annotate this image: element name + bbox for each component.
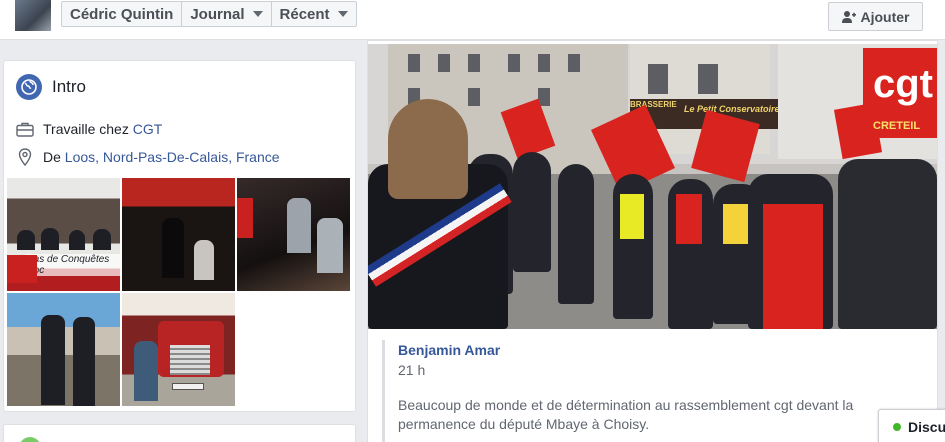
profile-avatar[interactable] <box>15 0 51 31</box>
shared-text: Beaucoup de monde et de détermination au… <box>398 397 854 432</box>
location-row: De Loos, Nord-Pas-De-Calais, France <box>16 148 280 166</box>
photo-thumbnail[interactable]: Pas de Conquêtes Soc <box>7 178 120 291</box>
profile-nav: Cédric Quintin Journal Récent <box>61 1 357 27</box>
photo-figure <box>69 230 85 250</box>
photo-flag-subtext: CRETEIL <box>873 120 921 132</box>
hometown-link[interactable]: Loos, Nord-Pas-De-Calais, France <box>65 149 280 165</box>
shared-author-link[interactable]: Benjamin Amar <box>398 342 500 358</box>
add-friend-button[interactable]: Ajouter <box>828 2 923 31</box>
intro-header: Intro <box>16 74 86 100</box>
shared-timestamp[interactable]: 21 h <box>398 362 425 378</box>
photo-vest <box>620 194 644 239</box>
from-prefix: De <box>43 149 61 165</box>
intro-card: Intro Travaille chez CGT De Loos, Nord-P… <box>3 60 356 412</box>
profile-name: Cédric Quintin <box>70 5 174 23</box>
journal-label: Journal <box>190 5 245 23</box>
photo-banner <box>237 198 253 238</box>
feed-post: BRASSERIE Le Petit Conservatoire cgt CRE… <box>367 40 938 442</box>
photo-window <box>468 54 480 72</box>
photo-window <box>648 64 668 94</box>
card-icon <box>19 437 41 442</box>
chat-tab[interactable]: Discu <box>878 409 945 442</box>
photo-grid: Pas de Conquêtes Soc <box>7 178 352 406</box>
photo-person <box>558 164 594 304</box>
photo-figure <box>317 218 343 273</box>
photo-shop-sign: Le Petit Conservatoire <box>684 104 780 114</box>
photo-figure <box>93 229 111 250</box>
work-row: Travaille chez CGT <box>16 121 162 137</box>
photo-window <box>508 54 520 72</box>
add-friend-label: Ajouter <box>860 8 910 25</box>
profile-name-button[interactable]: Cédric Quintin <box>62 2 183 26</box>
photo-figure <box>41 315 65 405</box>
photo-figure <box>41 228 59 250</box>
photo-figure <box>73 317 95 406</box>
photo-caption: Pas de Conquêtes Soc <box>25 254 120 276</box>
post-photo[interactable]: BRASSERIE Le Petit Conservatoire cgt CRE… <box>368 44 937 329</box>
photo-truck-grille <box>170 345 210 375</box>
photo-person <box>513 152 551 272</box>
photo-window <box>438 54 450 72</box>
photo-banner <box>7 255 37 283</box>
intro-title: Intro <box>52 77 87 96</box>
photo-figure <box>17 230 35 250</box>
photo-thumbnail[interactable] <box>7 293 120 406</box>
photo-window <box>698 64 718 94</box>
photo-thumbnail[interactable] <box>122 178 235 291</box>
chat-label: Discu <box>908 418 945 435</box>
recent-label: Récent <box>279 5 330 23</box>
photo-window <box>538 54 550 72</box>
journal-dropdown[interactable]: Journal <box>182 2 272 26</box>
photo-thumbnail[interactable] <box>122 293 235 406</box>
photo-figure <box>194 240 214 280</box>
photo-person <box>838 159 937 329</box>
photo-thumbnail[interactable] <box>237 178 350 291</box>
chevron-down-icon <box>252 11 263 17</box>
photo-window <box>468 88 480 106</box>
location-pin-icon <box>18 148 32 166</box>
work-link[interactable]: CGT <box>133 121 163 137</box>
photo-figure <box>162 218 184 278</box>
photo-window <box>568 54 580 72</box>
photo-vest <box>763 204 823 329</box>
recent-dropdown[interactable]: Récent <box>272 2 356 26</box>
photo-figure <box>134 341 158 401</box>
profile-top-bar: Cédric Quintin Journal Récent Ajouter <box>0 0 945 40</box>
photo-figure <box>287 198 311 253</box>
work-prefix: Travaille chez <box>43 121 129 137</box>
shared-post: Benjamin Amar 21 h Beaucoup de monde et … <box>382 340 922 442</box>
briefcase-icon <box>16 122 34 137</box>
globe-icon <box>16 74 42 100</box>
photo-license-plate <box>172 383 204 390</box>
photo-hair <box>388 99 468 199</box>
add-friend-icon <box>841 10 856 23</box>
photo-flag-text: cgt <box>873 62 933 106</box>
next-card <box>3 424 356 442</box>
online-status-icon <box>893 422 901 431</box>
chevron-down-icon <box>337 11 348 17</box>
photo-vest <box>676 194 702 244</box>
photo-window <box>408 54 420 72</box>
